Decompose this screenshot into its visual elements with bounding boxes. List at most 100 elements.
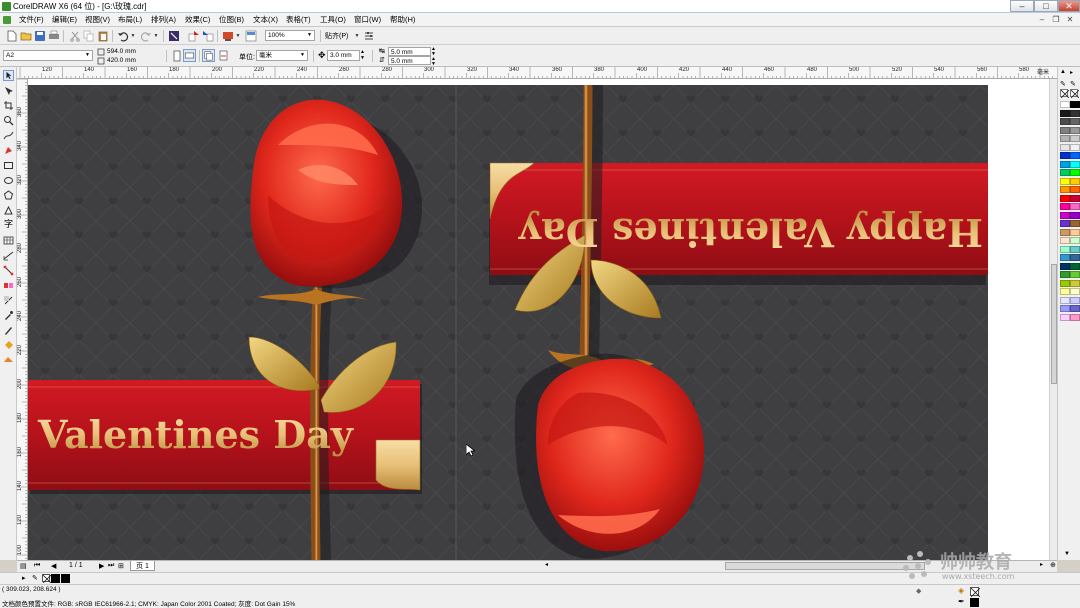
blend-tool-icon[interactable]: [3, 280, 14, 291]
interactive-fill-tool-icon[interactable]: [3, 355, 14, 366]
menu-window[interactable]: 窗口(W): [354, 13, 381, 27]
crop-tool-icon[interactable]: [3, 100, 14, 111]
color-swatch[interactable]: [1070, 177, 1080, 185]
color-swatch[interactable]: [1070, 194, 1080, 202]
paper-size-select[interactable]: A2 ▼: [3, 50, 93, 61]
color-swatch[interactable]: [1060, 109, 1070, 117]
color-swatch[interactable]: [1070, 313, 1080, 321]
color-swatch[interactable]: [1070, 288, 1080, 295]
no-fill-swatch[interactable]: [1060, 89, 1069, 98]
save-icon[interactable]: [34, 30, 46, 42]
palette-scroll-down[interactable]: ▼: [1064, 551, 1070, 557]
nudge-distance-field[interactable]: 3.0 mm: [327, 50, 360, 61]
color-swatch[interactable]: [1070, 262, 1080, 270]
current-page-icon[interactable]: [218, 50, 229, 61]
color-swatch[interactable]: [1060, 143, 1070, 151]
close-button[interactable]: ✕: [1058, 0, 1080, 12]
snap-dropdown[interactable]: ▼: [354, 32, 360, 40]
coreldraw-app-icon[interactable]: [2, 2, 11, 11]
snap-to-menu[interactable]: 贴齐(P): [325, 31, 348, 41]
menu-help[interactable]: 帮助(H): [390, 13, 415, 27]
doc-black-swatch-2[interactable]: [61, 574, 70, 583]
color-swatch[interactable]: [1060, 279, 1070, 287]
color-swatch[interactable]: [1070, 135, 1080, 142]
export-icon[interactable]: [202, 30, 214, 42]
app-launcher-dropdown[interactable]: ▼: [235, 32, 241, 40]
color-swatch[interactable]: [1060, 296, 1070, 304]
color-swatch[interactable]: [1060, 288, 1070, 295]
color-swatch[interactable]: [1070, 160, 1080, 168]
color-profile-info[interactable]: 文档颜色预置文件: RGB: sRGB IEC61966-2.1; CMYK: …: [2, 598, 295, 608]
welcome-screen-icon[interactable]: [245, 30, 257, 42]
fill-tool-icon[interactable]: [3, 340, 14, 351]
color-swatch[interactable]: [1070, 279, 1080, 287]
new-icon[interactable]: [6, 30, 18, 42]
color-swatch[interactable]: [1070, 237, 1080, 244]
drawing-canvas[interactable]: Valentines Day Happy Valentines Day: [28, 79, 1050, 560]
color-swatch[interactable]: [1060, 237, 1070, 244]
eyedropper-tool-icon[interactable]: [3, 310, 14, 321]
all-pages-icon[interactable]: [202, 49, 215, 62]
import-icon[interactable]: [188, 30, 200, 42]
scroll-left-arrow[interactable]: ◂: [545, 561, 548, 568]
menu-view[interactable]: 视图(V): [85, 13, 110, 27]
current-outline-swatch[interactable]: [970, 598, 979, 607]
color-swatch[interactable]: [1060, 118, 1070, 125]
page-width-field[interactable]: 594.0 mm: [105, 47, 157, 56]
doc-no-color-swatch[interactable]: [42, 574, 51, 583]
search-content-icon[interactable]: [168, 30, 180, 42]
color-swatch[interactable]: [1070, 126, 1080, 134]
horizontal-scroll-thumb[interactable]: [725, 562, 925, 570]
color-swatch[interactable]: [1060, 177, 1070, 185]
color-swatch[interactable]: [1070, 245, 1080, 253]
duplicate-spinners[interactable]: ▲ ▼ ▲ ▼: [431, 47, 436, 67]
doc-eyedropper-icon[interactable]: ✎: [32, 574, 38, 582]
doc-restore-button[interactable]: ❐: [1050, 14, 1062, 25]
color-swatch[interactable]: [1070, 296, 1080, 304]
options-icon[interactable]: [363, 30, 375, 42]
open-icon[interactable]: [20, 30, 32, 42]
color-swatch[interactable]: [1070, 186, 1080, 193]
color-swatch[interactable]: [1060, 135, 1070, 142]
color-swatch[interactable]: [1060, 305, 1070, 312]
color-swatch[interactable]: [1070, 203, 1080, 210]
vertical-scrollbar[interactable]: [1049, 79, 1057, 560]
horizontal-ruler[interactable]: 120 140 160 180 200 220 240 260 280 300 …: [17, 67, 1057, 79]
copy-icon[interactable]: [83, 30, 95, 42]
menu-arrange[interactable]: 排列(A): [151, 13, 176, 27]
undo-dropdown[interactable]: ▼: [130, 32, 136, 40]
menu-bitmaps[interactable]: 位图(B): [219, 13, 244, 27]
color-swatch[interactable]: [1060, 101, 1070, 108]
add-page-button[interactable]: ⊞: [118, 562, 124, 570]
previous-page-button[interactable]: ◀: [51, 562, 56, 570]
transparency-tool-icon[interactable]: [3, 295, 14, 306]
ellipse-tool-icon[interactable]: [3, 175, 14, 186]
color-swatch[interactable]: [1070, 271, 1080, 278]
color-swatch[interactable]: [1060, 169, 1070, 176]
print-icon[interactable]: [48, 30, 60, 42]
undo-icon[interactable]: [117, 30, 129, 42]
color-swatch[interactable]: [1070, 152, 1080, 159]
maximize-button[interactable]: □: [1034, 0, 1058, 12]
menu-layout[interactable]: 布局(L): [118, 13, 142, 27]
color-swatch[interactable]: [1060, 313, 1070, 321]
rectangle-tool-icon[interactable]: [3, 160, 14, 171]
connector-tool-icon[interactable]: [3, 265, 14, 276]
color-swatch[interactable]: [1060, 245, 1070, 253]
portrait-icon[interactable]: [172, 50, 182, 62]
fill-indicator-icon[interactable]: ◆: [916, 587, 921, 595]
vertical-ruler[interactable]: 360 340 320 300 280 260 240 220 200 180 …: [17, 79, 28, 560]
basic-shapes-tool-icon[interactable]: [3, 205, 14, 216]
color-swatch[interactable]: [1060, 152, 1070, 159]
doc-minimize-button[interactable]: –: [1036, 14, 1048, 25]
duplicate-x-field[interactable]: 5.0 mm: [388, 47, 431, 56]
text-tool-icon[interactable]: 字: [3, 219, 14, 230]
palette-scroll-up[interactable]: ▲: [1060, 69, 1066, 75]
dimension-tool-icon[interactable]: [3, 250, 14, 261]
color-swatch[interactable]: [1070, 109, 1080, 117]
outline-pen-icon[interactable]: ✒: [958, 597, 965, 606]
color-swatch[interactable]: [1060, 211, 1070, 219]
color-swatch[interactable]: [1060, 271, 1070, 278]
redo-icon[interactable]: [140, 30, 152, 42]
color-swatch[interactable]: [1070, 143, 1080, 151]
